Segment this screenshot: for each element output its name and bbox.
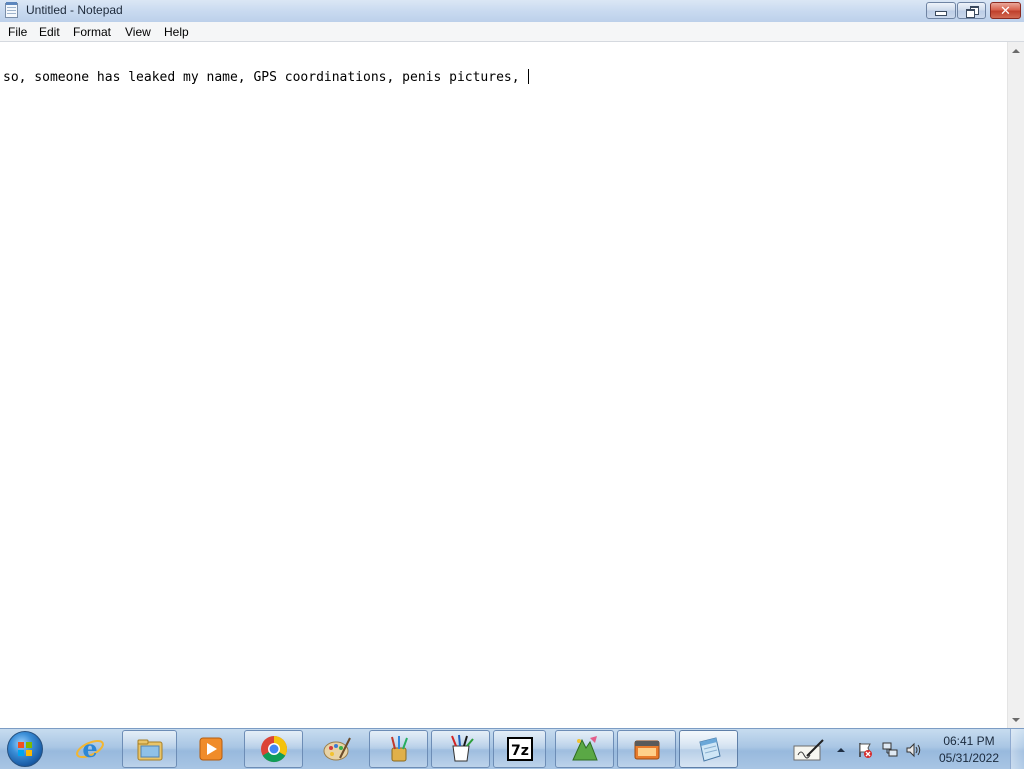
scroll-up-icon: [1012, 48, 1020, 53]
taskbar: e 7z 06:41 PM 05/31/2022: [0, 728, 1024, 769]
taskbar-windows-explorer[interactable]: [122, 730, 177, 768]
taskbar-slideshow-app[interactable]: [555, 730, 614, 768]
volume-icon[interactable]: [905, 742, 921, 758]
window-title: Untitled - Notepad: [26, 3, 123, 17]
taskbar-paint[interactable]: [309, 730, 364, 768]
title-bar[interactable]: Untitled - Notepad ✕: [0, 0, 1024, 23]
taskbar-notepad[interactable]: [679, 730, 738, 768]
paint-palette-icon: [323, 737, 351, 761]
menu-bar: File Edit Format View Help: [0, 22, 1024, 42]
menu-help[interactable]: Help: [164, 25, 189, 39]
taskbar-movie-maker[interactable]: [617, 730, 676, 768]
scroll-down-icon: [1012, 717, 1020, 722]
text-caret: [528, 69, 530, 84]
start-button[interactable]: [7, 731, 43, 767]
taskbar-media-player[interactable]: [183, 730, 238, 768]
slideshow-app-icon: [571, 736, 598, 761]
clock-date[interactable]: 05/31/2022: [930, 751, 1008, 765]
network-icon[interactable]: [882, 742, 898, 758]
taskbar-internet-explorer[interactable]: e: [62, 730, 117, 768]
7zip-icon: 7z: [506, 737, 533, 761]
restore-button[interactable]: [957, 2, 986, 19]
paint-bucket-app-icon: [450, 734, 474, 762]
taskbar-chrome[interactable]: [244, 730, 303, 768]
show-desktop-button[interactable]: [1010, 729, 1024, 769]
notepad-icon: [698, 737, 721, 762]
minimize-icon: [935, 11, 947, 16]
close-icon: ✕: [1000, 3, 1011, 18]
action-center-flag-icon[interactable]: [857, 742, 873, 758]
taskbar-paint-bucket-app[interactable]: [431, 730, 490, 768]
text-editor[interactable]: so, someone has leaked my name, GPS coor…: [0, 42, 1007, 728]
taskbar-7zip[interactable]: 7z: [493, 730, 546, 768]
notepad-app-icon[interactable]: [5, 2, 18, 18]
menu-view[interactable]: View: [125, 25, 151, 39]
close-button[interactable]: ✕: [990, 2, 1021, 19]
handwriting-pen-icon[interactable]: [793, 738, 825, 762]
7zip-label: 7z: [511, 743, 529, 759]
show-hidden-icons-icon[interactable]: [834, 742, 848, 758]
chrome-icon: [260, 736, 287, 763]
clock-time[interactable]: 06:41 PM: [930, 734, 1008, 748]
windows-explorer-icon: [137, 739, 162, 761]
scroll-down-button[interactable]: [1008, 711, 1024, 728]
scroll-up-button[interactable]: [1008, 42, 1024, 59]
minimize-button[interactable]: [926, 2, 956, 19]
windows-flag-icon: [18, 742, 33, 757]
document-line: so, someone has leaked my name, GPS coor…: [3, 69, 530, 85]
movie-maker-icon: [634, 740, 659, 760]
taskbar-brushes-app[interactable]: [369, 730, 428, 768]
internet-explorer-icon: e: [75, 734, 104, 763]
menu-edit[interactable]: Edit: [39, 25, 60, 39]
document-text: so, someone has leaked my name, GPS coor…: [3, 70, 528, 85]
restore-icon: [965, 5, 979, 18]
brushes-app-icon: [390, 736, 408, 762]
menu-format[interactable]: Format: [73, 25, 111, 39]
vertical-scrollbar[interactable]: [1007, 42, 1024, 728]
media-player-icon: [199, 737, 222, 761]
menu-file[interactable]: File: [8, 25, 27, 39]
svg-text:e: e: [82, 734, 97, 763]
